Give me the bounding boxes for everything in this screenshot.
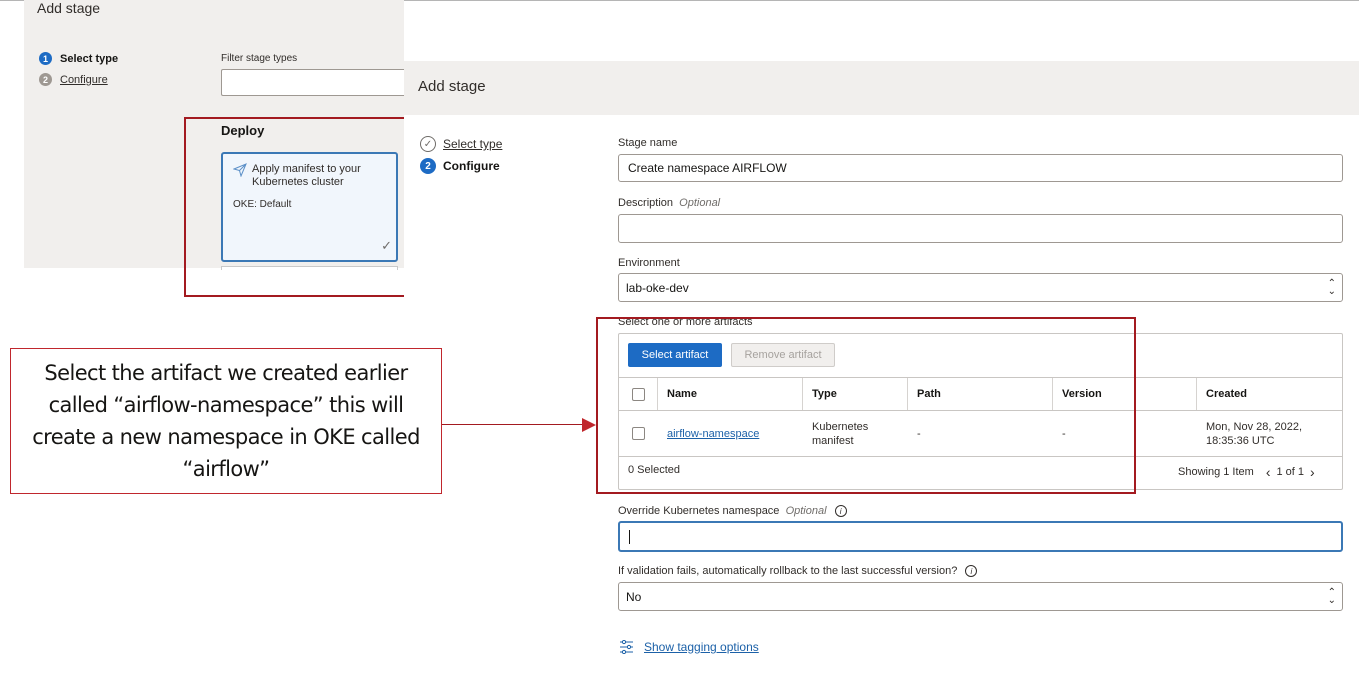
stage-name-input[interactable]: Create namespace AIRFLOW	[618, 154, 1343, 182]
environment-value: lab-oke-dev	[626, 280, 689, 295]
rollback-label-text: If validation fails, automatically rollb…	[618, 565, 958, 577]
callout-text: Select the artifact we created earlier c…	[32, 361, 420, 481]
step-select-type[interactable]: ✓ Select type	[420, 136, 502, 152]
info-icon[interactable]: i	[965, 565, 978, 578]
select-caret-icon: ⌃ ⌄	[1327, 277, 1336, 297]
rollback-select[interactable]: No ⌃ ⌄	[618, 582, 1343, 611]
environment-label: Environment	[618, 257, 680, 269]
optional-hint: Optional	[785, 505, 827, 517]
sliders-icon	[619, 639, 634, 655]
description-label: Description Optional	[618, 197, 720, 209]
step-label: Configure	[443, 159, 500, 173]
callout-arrow-line	[442, 424, 584, 425]
rollback-value: No	[626, 589, 642, 604]
previous-page-icon[interactable]: ‹	[1266, 464, 1271, 480]
column-header-created[interactable]: Created	[1197, 378, 1342, 410]
filter-input[interactable]	[221, 69, 404, 96]
step-number-badge: 2	[39, 73, 52, 86]
pagination: Showing 1 Item ‹ 1 of 1 ›	[1178, 464, 1315, 480]
next-page-icon[interactable]: ›	[1310, 464, 1315, 480]
page-indicator: 1 of 1	[1276, 466, 1305, 478]
step-label: Select type	[443, 137, 503, 151]
callout-arrowhead-icon	[582, 418, 596, 432]
step-label: Select type	[60, 52, 119, 65]
artifact-created-cell: Mon, Nov 28, 2022, 18:35:36 UTC	[1197, 411, 1342, 456]
description-label-text: Description	[618, 197, 674, 209]
background-title: Add stage	[37, 0, 101, 16]
showing-count: Showing 1 Item	[1178, 466, 1254, 478]
rollback-label: If validation fails, automatically rollb…	[618, 565, 978, 578]
annotation-box-artifacts	[596, 317, 1136, 494]
annotation-box-card	[184, 117, 425, 297]
step-number-badge: 2	[420, 158, 436, 174]
filter-label: Filter stage types	[221, 53, 298, 64]
description-input[interactable]	[618, 214, 1343, 243]
artifact-created-line2: 18:35:36 UTC	[1206, 434, 1275, 447]
step-number-badge: 1	[39, 52, 52, 65]
check-circle-icon: ✓	[420, 136, 436, 152]
dialog-header	[404, 61, 1359, 115]
artifact-created-line1: Mon, Nov 28, 2022,	[1206, 420, 1303, 433]
environment-select[interactable]: lab-oke-dev ⌃ ⌄	[618, 273, 1343, 302]
stage-name-label: Stage name	[618, 137, 678, 149]
dialog-title: Add stage	[418, 78, 486, 95]
step-label: Configure	[60, 73, 108, 86]
annotation-callout: Select the artifact we created earlier c…	[10, 348, 442, 494]
override-namespace-label-text: Override Kubernetes namespace	[618, 505, 780, 517]
show-tagging-options[interactable]: Show tagging options	[619, 639, 759, 655]
show-tagging-options-link: Show tagging options	[644, 640, 759, 654]
bg-step-configure[interactable]: 2 Configure	[39, 73, 108, 86]
select-caret-icon: ⌃ ⌄	[1327, 586, 1336, 606]
text-cursor	[629, 529, 630, 544]
stage-name-value: Create namespace AIRFLOW	[628, 161, 787, 175]
step-configure[interactable]: 2 Configure	[420, 158, 500, 174]
override-namespace-label: Override Kubernetes namespace Optional i	[618, 505, 847, 518]
info-icon[interactable]: i	[834, 505, 847, 518]
override-namespace-input[interactable]	[618, 521, 1343, 552]
bg-step-select-type[interactable]: 1 Select type	[39, 52, 118, 65]
optional-hint: Optional	[679, 197, 721, 209]
